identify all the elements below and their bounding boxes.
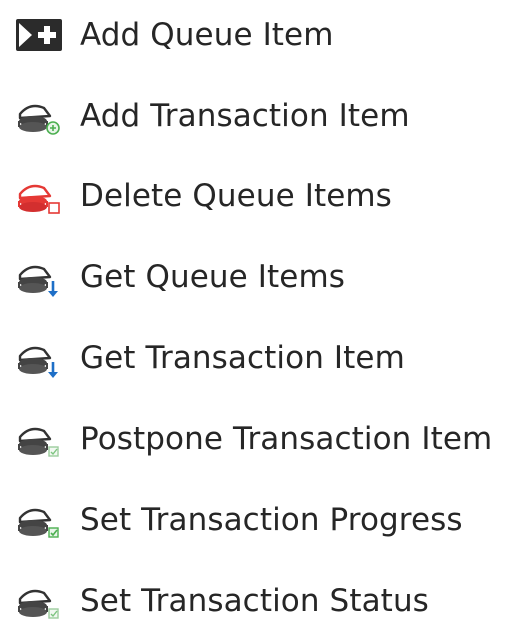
menu-item-set-transaction-status[interactable]: Set Transaction Status [0,570,506,632]
add-queue-item-icon [16,13,64,57]
menu-item-postpone-transaction-item[interactable]: Postpone Transaction Item [0,408,506,470]
menu-item-get-transaction-item[interactable]: Get Transaction Item [0,327,506,389]
menu-item-label: Get Queue Items [80,259,346,295]
menu-item-label: Set Transaction Progress [80,502,463,538]
postpone-transaction-item-icon [16,417,64,461]
menu-item-set-transaction-progress[interactable]: Set Transaction Progress [0,489,506,551]
menu-item-get-queue-items[interactable]: Get Queue Items [0,246,506,308]
add-transaction-item-icon [16,94,64,138]
menu-item-add-queue-item[interactable]: Add Queue Item [0,4,506,66]
menu-item-add-transaction-item[interactable]: Add Transaction Item [0,85,506,147]
menu-item-label: Add Queue Item [80,17,334,53]
set-transaction-status-icon [16,579,64,623]
menu-item-label: Set Transaction Status [80,583,429,619]
get-queue-items-icon [16,255,64,299]
delete-queue-items-icon [16,174,64,218]
menu-item-label: Postpone Transaction Item [80,421,493,457]
menu-item-delete-queue-items[interactable]: Delete Queue Items [0,165,506,227]
activity-list: Add Queue Item Add Transaction Item Dele… [0,0,506,619]
menu-item-label: Add Transaction Item [80,98,410,134]
set-transaction-progress-icon [16,498,64,542]
menu-item-label: Get Transaction Item [80,340,405,376]
menu-item-label: Delete Queue Items [80,178,392,214]
get-transaction-item-icon [16,336,64,380]
